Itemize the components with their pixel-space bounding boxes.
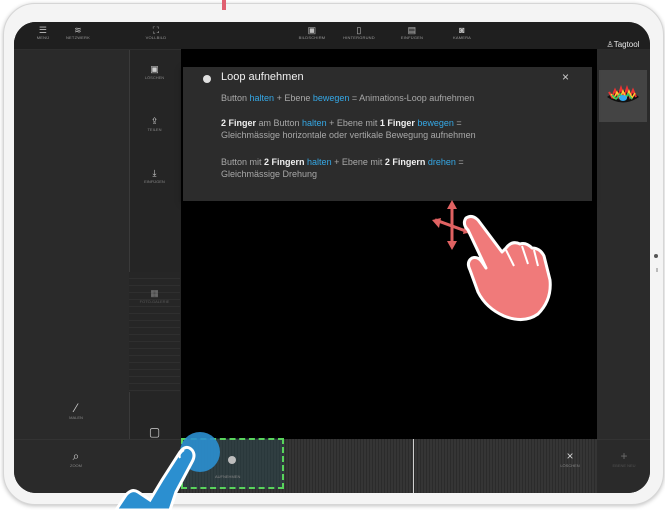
record-dot-icon — [228, 456, 236, 464]
top-marker — [222, 0, 226, 10]
close-icon: × — [566, 449, 574, 463]
screenshot-button[interactable]: ▣ BILDSCHIRM — [292, 25, 332, 40]
share-label: TEILEN — [147, 127, 162, 132]
text-bold: 1 Finger — [379, 118, 415, 128]
frame-icon: ▢ — [148, 425, 161, 439]
text: = — [455, 157, 464, 167]
pink-hand-gesture-icon — [432, 200, 552, 321]
camera-button[interactable]: ◙ KAMERA — [444, 25, 480, 40]
delete-icon: ▣ — [150, 64, 159, 74]
left-panel — [14, 22, 129, 493]
background-icon: ▯ — [356, 25, 362, 35]
camera-label: KAMERA — [452, 35, 472, 40]
tagtool-icon: ♙ — [606, 40, 614, 49]
menu-label: MENÜ — [36, 35, 50, 40]
text: Button — [221, 93, 250, 103]
text: Gleichmässige Drehung — [221, 169, 318, 179]
paste-button[interactable]: ▤ EINFÜGEN — [394, 25, 430, 40]
loop-record-label: AUFNEHMEN — [215, 474, 241, 479]
paste-label: EINFÜGEN — [400, 35, 424, 40]
insert-button[interactable]: ⤓ EINFÜGEN — [129, 168, 180, 184]
share-button[interactable]: ⇪ TEILEN — [129, 116, 180, 132]
text: = — [453, 118, 462, 128]
share-icon: ⇪ — [150, 116, 159, 126]
screenshot-icon: ▣ — [307, 25, 317, 35]
blue-hand-icon — [114, 445, 196, 510]
timeline-playhead[interactable] — [413, 439, 414, 493]
fullscreen-icon: ⛶ — [152, 25, 160, 35]
fullscreen-label: VOLLBILD — [145, 35, 167, 40]
delete-layer-label: LÖSCHEN — [560, 463, 580, 468]
network-label: NETZWERK — [65, 35, 91, 40]
eye-logo-icon — [599, 70, 647, 122]
zoom-icon: ⌕ — [72, 449, 80, 463]
paint-button[interactable]: ⁄ MALEN — [59, 401, 93, 421]
zoom-button[interactable]: ⌕ ZOOM — [59, 449, 93, 469]
paint-label: MALEN — [69, 415, 83, 420]
plus-icon: + — [620, 449, 628, 463]
paste-icon: ▤ — [407, 25, 417, 35]
network-button[interactable]: ≋ NETZWERK — [60, 25, 96, 40]
text: + Ebene mit — [326, 118, 380, 128]
menu-button[interactable]: ☰ MENÜ — [28, 25, 58, 40]
side-camera — [654, 254, 658, 258]
popup-close-button[interactable]: × — [562, 70, 569, 84]
text-highlight: halten — [249, 93, 275, 103]
text-highlight: halten — [302, 118, 327, 128]
instruction-3: Button mit 2 Fingern halten + Ebene mit … — [221, 156, 581, 180]
text-highlight: halten — [304, 157, 332, 167]
download-icon: ⤓ — [152, 168, 157, 178]
brand-logo: ♙Tagtool — [599, 40, 647, 49]
brand-text: Tagtool — [613, 40, 640, 49]
text: + Ebene mit — [331, 157, 385, 167]
text: = Animations-Loop aufnehmen — [349, 93, 475, 103]
popup-title: Loop aufnehmen — [221, 71, 304, 83]
new-layer-button[interactable]: + EBENE NEU — [602, 449, 646, 469]
top-bar: ☰ MENÜ ≋ NETZWERK ⛶ VOLLBILD ▣ BILDSCHIR… — [14, 22, 650, 50]
layer-thumbnail[interactable] — [599, 70, 647, 122]
text-bold: 2 Fingern — [264, 157, 305, 167]
pen-icon: ⁄ — [74, 401, 77, 415]
tool-column — [129, 22, 182, 493]
text: Button mit — [221, 157, 265, 167]
new-layer-label: EBENE NEU — [612, 463, 636, 468]
text-bold: 2 Fingern — [384, 157, 426, 167]
record-dot-icon — [203, 75, 211, 83]
text-highlight: drehen — [425, 157, 456, 167]
text-highlight: bewegen — [414, 118, 454, 128]
gallery-label: FOTO-GALERIE — [139, 299, 170, 304]
text-bold: 2 Finger — [221, 118, 257, 128]
text: am Button — [256, 118, 303, 128]
background-button[interactable]: ▯ HINTERGRUND — [337, 25, 381, 40]
gallery-button[interactable]: ▦ FOTO-GALERIE — [129, 288, 180, 304]
background-label: HINTERGRUND — [343, 35, 375, 40]
loop-help-popup: Loop aufnehmen × Button halten + Ebene b… — [183, 67, 592, 201]
wifi-icon: ≋ — [74, 25, 82, 35]
menu-icon: ☰ — [38, 25, 48, 35]
text: + Ebene — [274, 93, 313, 103]
instruction-2: 2 Finger am Button halten + Ebene mit 1 … — [221, 117, 581, 141]
insert-label: EINFÜGEN — [144, 179, 165, 184]
gallery-icon: ▦ — [150, 288, 159, 298]
delete-label: LÖSCHEN — [144, 75, 165, 80]
instruction-1: Button halten + Ebene bewegen = Animatio… — [221, 92, 581, 104]
delete-layer-button[interactable]: × LÖSCHEN — [552, 449, 588, 469]
text-highlight: bewegen — [312, 93, 350, 103]
screenshot-label: BILDSCHIRM — [298, 35, 326, 40]
camera-icon: ◙ — [459, 25, 465, 35]
text: Gleichmässige horizontale oder vertikale… — [221, 130, 476, 140]
zoom-label: ZOOM — [70, 463, 82, 468]
fullscreen-button[interactable]: ⛶ VOLLBILD — [138, 25, 174, 40]
delete-button[interactable]: ▣ LÖSCHEN — [129, 64, 180, 80]
side-sensor — [656, 268, 658, 272]
